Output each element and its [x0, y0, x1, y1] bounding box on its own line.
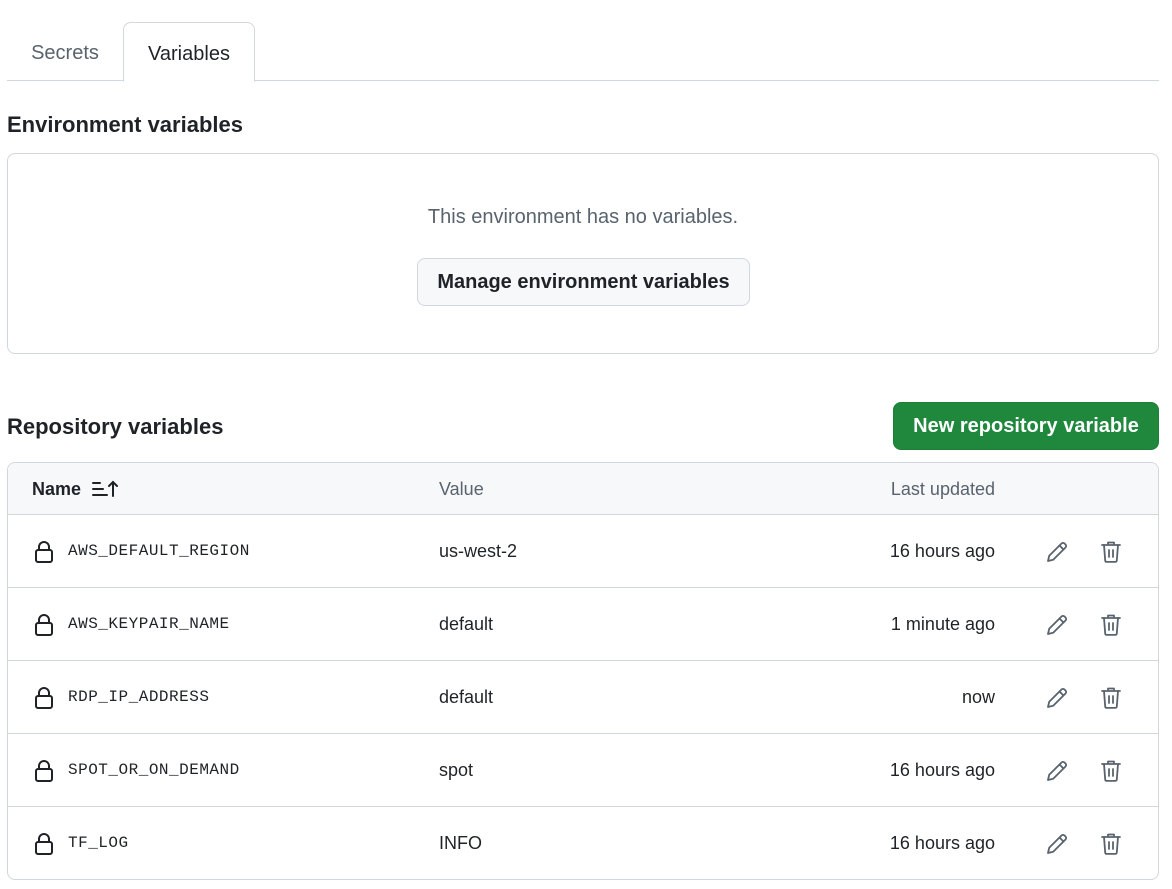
table-header: Name Value Last updated [8, 463, 1158, 515]
pencil-icon[interactable] [1044, 612, 1070, 638]
variable-value: us-west-2 [439, 541, 518, 561]
column-name-label: Name [32, 479, 82, 499]
column-header-last-updated: Last updated [890, 479, 995, 499]
pencil-icon[interactable] [1044, 685, 1070, 711]
column-header-value: Value [439, 479, 484, 499]
lock-icon [35, 760, 53, 782]
lock-icon [35, 541, 53, 563]
environment-variables-panel: This environment has no variables. Manag… [7, 153, 1159, 354]
table-row: RDP_IP_ADDRESS default now [8, 661, 1158, 734]
pencil-icon[interactable] [1044, 831, 1070, 857]
table-row: SPOT_OR_ON_DEMAND spot 16 hours ago [8, 734, 1158, 807]
sort-ascending-icon[interactable] [91, 479, 119, 499]
environment-variables-heading: Environment variables [7, 112, 243, 137]
repository-variables-table: Name Value Last updated AWS_DEFAULT_REGI… [7, 462, 1159, 880]
trash-icon[interactable] [1098, 831, 1124, 857]
pencil-icon[interactable] [1044, 758, 1070, 784]
variable-last-updated: 16 hours ago [889, 760, 995, 780]
empty-state-message: This environment has no variables. [427, 206, 739, 228]
table-row: AWS_DEFAULT_REGION us-west-2 16 hours ag… [8, 515, 1158, 588]
variable-value: default [439, 614, 494, 634]
variable-value: INFO [439, 833, 482, 853]
pencil-icon[interactable] [1044, 539, 1070, 565]
table-row: AWS_KEYPAIR_NAME default 1 minute ago [8, 588, 1158, 661]
table-row: TF_LOG INFO 16 hours ago [8, 807, 1158, 879]
variable-last-updated: 1 minute ago [890, 614, 995, 634]
tab-secrets[interactable]: Secrets [7, 22, 123, 81]
variable-name: RDP_IP_ADDRESS [68, 688, 210, 706]
manage-environment-variables-button[interactable]: Manage environment variables [417, 258, 750, 306]
tab-bar: Secrets Variables [7, 0, 1159, 82]
lock-icon [35, 687, 53, 709]
tab-variables[interactable]: Variables [123, 22, 255, 82]
repository-variables-heading: Repository variables [7, 414, 224, 439]
trash-icon[interactable] [1098, 685, 1124, 711]
variable-name: AWS_KEYPAIR_NAME [68, 615, 230, 633]
variable-last-updated: 16 hours ago [889, 541, 995, 561]
lock-icon [35, 833, 53, 855]
variable-value: default [439, 687, 494, 707]
column-header-name[interactable]: Name [32, 463, 119, 515]
variable-last-updated: now [961, 687, 995, 707]
trash-icon[interactable] [1098, 612, 1124, 638]
lock-icon [35, 614, 53, 636]
trash-icon[interactable] [1098, 539, 1124, 565]
variable-last-updated: 16 hours ago [889, 833, 995, 853]
variable-name: SPOT_OR_ON_DEMAND [68, 761, 240, 779]
variable-name: AWS_DEFAULT_REGION [68, 542, 250, 560]
new-repository-variable-button[interactable]: New repository variable [893, 402, 1159, 450]
variable-name: TF_LOG [68, 834, 129, 852]
trash-icon[interactable] [1098, 758, 1124, 784]
variable-value: spot [439, 760, 474, 780]
